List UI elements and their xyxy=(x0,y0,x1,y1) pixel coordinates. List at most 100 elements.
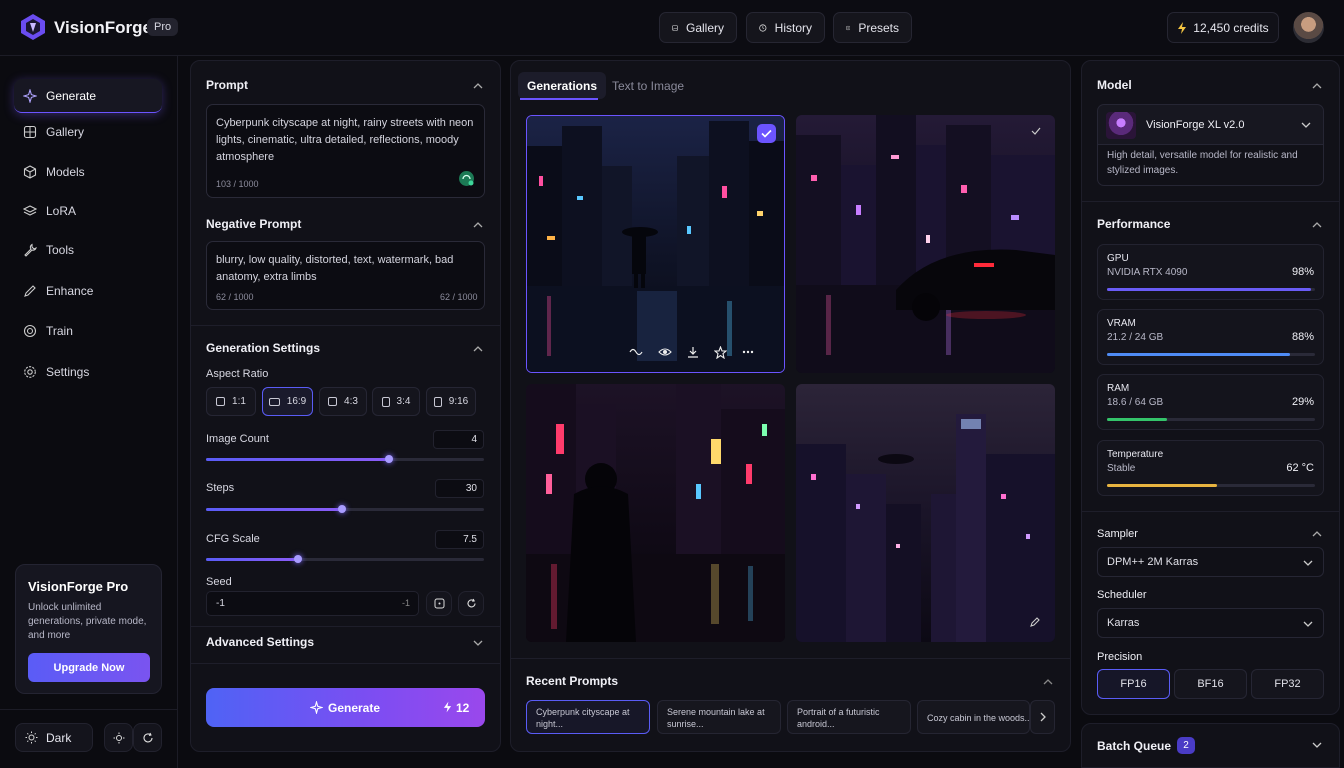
sidebar-item-label: Gallery xyxy=(46,125,85,139)
refresh-icon xyxy=(467,598,476,608)
variations-icon[interactable] xyxy=(629,346,643,358)
cfg-scale-input[interactable]: 7.5 xyxy=(435,530,484,549)
cityscape-figure-image xyxy=(526,384,785,642)
generated-image-4[interactable] xyxy=(796,384,1055,642)
chevron-up-icon[interactable] xyxy=(1312,529,1322,539)
generation-settings-title: Generation Settings xyxy=(206,341,321,355)
steps-slider[interactable] xyxy=(206,505,484,513)
cube-icon xyxy=(23,165,37,179)
chevron-down-icon xyxy=(1303,560,1313,566)
upgrade-button[interactable]: Upgrade Now xyxy=(28,653,150,682)
aspect-1-1-button[interactable]: 1:1 xyxy=(206,387,256,416)
sidebar-item-gallery[interactable]: Gallery xyxy=(14,115,162,149)
sidebar-item-enhance[interactable]: Enhance xyxy=(14,274,162,308)
generated-image-2[interactable] xyxy=(796,115,1055,373)
refresh-button[interactable] xyxy=(133,723,162,752)
aspect-9-16-button[interactable]: 9:16 xyxy=(426,387,476,416)
aspect-16-9-button[interactable]: 16:9 xyxy=(262,387,313,416)
image-count-slider[interactable] xyxy=(206,455,484,463)
recent-prompt-item[interactable]: Serene mountain lake at sunrise... xyxy=(657,700,781,734)
chevron-up-icon[interactable] xyxy=(473,344,483,354)
model-select[interactable]: VisionForge XL v2.0 xyxy=(1097,104,1324,145)
chevron-down-icon xyxy=(1301,122,1311,128)
stat-value: 98% xyxy=(1291,266,1314,278)
sidebar-item-train[interactable]: Train xyxy=(14,314,162,348)
seed-label: Seed xyxy=(206,576,232,588)
app-name: VisionForge xyxy=(54,18,152,37)
star-icon[interactable] xyxy=(714,345,727,359)
chevron-up-icon[interactable] xyxy=(1312,220,1322,230)
selected-check-icon[interactable] xyxy=(757,124,776,143)
sampler-select[interactable]: DPM++ 2M Karras xyxy=(1097,547,1324,577)
topnav-presets-button[interactable]: Presets xyxy=(833,12,912,43)
image-icon xyxy=(672,24,678,31)
generated-image-1[interactable] xyxy=(526,115,785,373)
generated-image-3[interactable] xyxy=(526,384,785,642)
advanced-settings-toggle[interactable]: Advanced Settings xyxy=(206,635,314,649)
pro-promo-card: VisionForge Pro Unlock unlimited generat… xyxy=(15,564,162,694)
app-logo-icon[interactable] xyxy=(20,13,46,41)
slider-handle[interactable] xyxy=(293,555,302,563)
enhance-prompt-icon[interactable] xyxy=(458,170,475,187)
topnav-gallery-button[interactable]: Gallery xyxy=(659,12,737,43)
stat-bar xyxy=(1107,484,1315,487)
precision-fp16-button[interactable]: FP16 xyxy=(1097,669,1170,699)
ratio-label: 16:9 xyxy=(286,396,307,407)
chevron-up-icon[interactable] xyxy=(473,81,483,91)
credits-display[interactable]: 12,450 credits xyxy=(1167,12,1279,43)
image-actions xyxy=(629,342,779,362)
topnav-label: Presets xyxy=(858,20,899,35)
lightning-icon xyxy=(1178,21,1187,34)
precision-bf16-button[interactable]: BF16 xyxy=(1174,669,1247,699)
chevron-up-icon[interactable] xyxy=(1312,81,1322,91)
promo-text: Unlock unlimited generations, private mo… xyxy=(28,602,147,641)
sidebar-item-lora[interactable]: LoRA xyxy=(14,194,162,228)
tab-text-to-image[interactable]: Text to Image xyxy=(603,72,693,99)
aspect-4-3-button[interactable]: 4:3 xyxy=(319,387,367,416)
reset-seed-button[interactable] xyxy=(458,591,484,616)
aspect-3-4-button[interactable]: 3:4 xyxy=(372,387,420,416)
sampler-value: DPM++ 2M Karras xyxy=(1107,556,1199,568)
tab-generations[interactable]: Generations xyxy=(518,72,607,99)
generate-button[interactable]: Generate 12 xyxy=(206,688,485,727)
model-name: VisionForge XL v2.0 xyxy=(1146,119,1245,131)
precision-fp32-button[interactable]: FP32 xyxy=(1251,669,1324,699)
sidebar-item-settings[interactable]: Settings xyxy=(14,355,162,389)
chevron-up-icon[interactable] xyxy=(1043,677,1053,687)
stat-value: 88% xyxy=(1291,331,1314,343)
recent-next-button[interactable] xyxy=(1030,700,1055,734)
eye-icon[interactable] xyxy=(658,346,672,358)
sidebar-item-models[interactable]: Models xyxy=(14,155,162,189)
steps-input[interactable]: 30 xyxy=(435,479,484,498)
cfg-scale-slider[interactable] xyxy=(206,555,484,563)
topnav-history-button[interactable]: History xyxy=(746,12,825,43)
sidebar-item-label: LoRA xyxy=(46,204,77,218)
sidebar-item-tools[interactable]: Tools xyxy=(14,233,162,267)
batch-queue-title: Batch Queue xyxy=(1097,739,1172,753)
random-seed-button[interactable] xyxy=(426,591,452,616)
chevron-down-icon[interactable] xyxy=(473,638,483,648)
recent-prompt-item[interactable]: Cyberpunk cityscape at night... xyxy=(526,700,650,734)
edit-icon[interactable] xyxy=(1029,616,1041,628)
pen-icon xyxy=(24,285,36,297)
scheduler-select[interactable]: Karras xyxy=(1097,608,1324,638)
stat-value: 62 °C xyxy=(1286,462,1314,474)
recent-prompt-item[interactable]: Portrait of a futuristic android... xyxy=(787,700,911,734)
slider-fill xyxy=(206,558,298,561)
sidebar-item-generate[interactable]: Generate xyxy=(14,79,162,113)
chevron-right-icon xyxy=(1040,712,1046,722)
chevron-up-icon[interactable] xyxy=(473,220,483,230)
download-icon[interactable] xyxy=(687,346,699,358)
slider-fill xyxy=(206,458,390,461)
user-avatar[interactable] xyxy=(1293,12,1324,43)
theme-toggle-button[interactable]: Dark xyxy=(15,723,93,752)
wrench-icon xyxy=(24,243,37,257)
check-icon[interactable] xyxy=(1030,125,1042,137)
temperature-stat-card: Temperature Stable 62 °C xyxy=(1097,440,1324,496)
batch-queue-panel[interactable]: Batch Queue 2 xyxy=(1081,723,1340,768)
image-count-input[interactable]: 4 xyxy=(433,430,484,449)
more-icon[interactable] xyxy=(742,350,754,354)
seed-input[interactable]: -1 -1 xyxy=(206,591,419,616)
recent-prompt-item[interactable]: Cozy cabin in the woods... xyxy=(917,700,1030,734)
brightness-button[interactable] xyxy=(104,723,133,752)
